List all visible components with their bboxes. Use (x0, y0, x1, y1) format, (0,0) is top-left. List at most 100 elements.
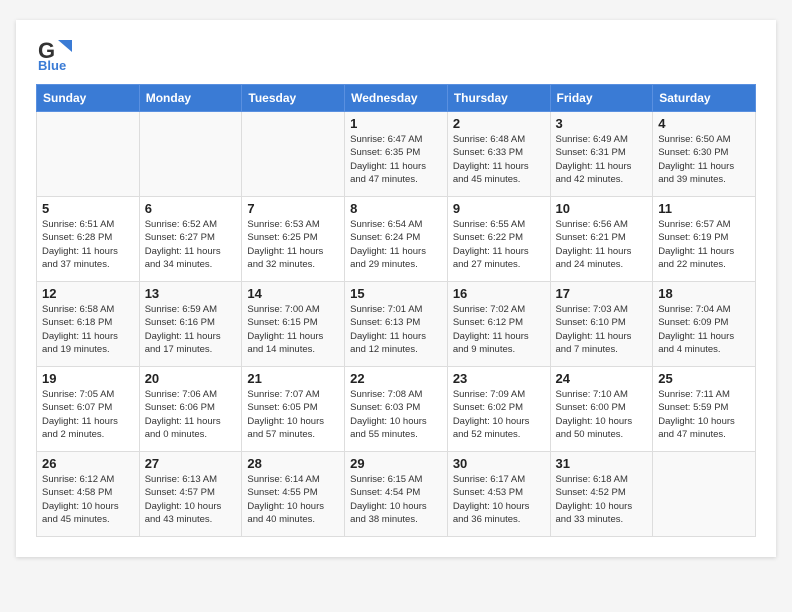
day-number: 31 (556, 456, 648, 471)
day-number: 18 (658, 286, 750, 301)
calendar-cell (242, 112, 345, 197)
day-number: 14 (247, 286, 339, 301)
day-number: 4 (658, 116, 750, 131)
day-info: Sunrise: 7:08 AM Sunset: 6:03 PM Dayligh… (350, 388, 442, 441)
day-number: 8 (350, 201, 442, 216)
day-number: 3 (556, 116, 648, 131)
day-info: Sunrise: 6:49 AM Sunset: 6:31 PM Dayligh… (556, 133, 648, 186)
day-number: 25 (658, 371, 750, 386)
header: G Blue (36, 36, 756, 74)
calendar-cell: 20 Sunrise: 7:06 AM Sunset: 6:06 PM Dayli… (139, 367, 242, 452)
day-number: 13 (145, 286, 237, 301)
day-info: Sunrise: 7:07 AM Sunset: 6:05 PM Dayligh… (247, 388, 339, 441)
calendar-week-5: 26Sunrise: 6:12 AM Sunset: 4:58 PM Dayli… (37, 452, 756, 537)
calendar-cell: 18 Sunrise: 7:04 AM Sunset: 6:09 PM Dayli… (653, 282, 756, 367)
day-info: Sunrise: 6:53 AM Sunset: 6:25 PM Dayligh… (247, 218, 339, 271)
day-info: Sunrise: 6:54 AM Sunset: 6:24 PM Dayligh… (350, 218, 442, 271)
day-number: 21 (247, 371, 339, 386)
calendar-cell: 9 Sunrise: 6:55 AM Sunset: 6:22 PM Daylig… (447, 197, 550, 282)
calendar-cell: 14 Sunrise: 7:00 AM Sunset: 6:15 PM Dayli… (242, 282, 345, 367)
day-info: Sunrise: 6:15 AM Sunset: 4:54 PM Dayligh… (350, 473, 442, 526)
day-info: Sunrise: 7:05 AM Sunset: 6:07 PM Dayligh… (42, 388, 134, 441)
day-info: Sunrise: 6:51 AM Sunset: 6:28 PM Dayligh… (42, 218, 134, 271)
calendar-week-2: 5 Sunrise: 6:51 AM Sunset: 6:28 PM Daylig… (37, 197, 756, 282)
day-number: 6 (145, 201, 237, 216)
day-info: Sunrise: 7:09 AM Sunset: 6:02 PM Dayligh… (453, 388, 545, 441)
calendar-cell: 24 Sunrise: 7:10 AM Sunset: 6:00 PM Dayli… (550, 367, 653, 452)
day-number: 5 (42, 201, 134, 216)
header-row: SundayMondayTuesdayWednesdayThursdayFrid… (37, 85, 756, 112)
day-info: Sunrise: 6:17 AM Sunset: 4:53 PM Dayligh… (453, 473, 545, 526)
day-number: 16 (453, 286, 545, 301)
header-cell-friday: Friday (550, 85, 653, 112)
day-info: Sunrise: 7:06 AM Sunset: 6:06 PM Dayligh… (145, 388, 237, 441)
calendar-cell: 15 Sunrise: 7:01 AM Sunset: 6:13 PM Dayli… (345, 282, 448, 367)
calendar-cell: 2Sunrise: 6:48 AM Sunset: 6:33 PM Daylig… (447, 112, 550, 197)
day-info: Sunrise: 7:02 AM Sunset: 6:12 PM Dayligh… (453, 303, 545, 356)
day-info: Sunrise: 6:57 AM Sunset: 6:19 PM Dayligh… (658, 218, 750, 271)
header-cell-wednesday: Wednesday (345, 85, 448, 112)
calendar-cell: 11 Sunrise: 6:57 AM Sunset: 6:19 PM Dayli… (653, 197, 756, 282)
header-cell-tuesday: Tuesday (242, 85, 345, 112)
calendar-cell: 29 Sunrise: 6:15 AM Sunset: 4:54 PM Dayli… (345, 452, 448, 537)
day-number: 15 (350, 286, 442, 301)
day-number: 28 (247, 456, 339, 471)
day-info: Sunrise: 6:47 AM Sunset: 6:35 PM Dayligh… (350, 133, 442, 186)
day-info: Sunrise: 6:13 AM Sunset: 4:57 PM Dayligh… (145, 473, 237, 526)
header-cell-sunday: Sunday (37, 85, 140, 112)
day-info: Sunrise: 6:12 AM Sunset: 4:58 PM Dayligh… (42, 473, 134, 526)
calendar-cell: 25 Sunrise: 7:11 AM Sunset: 5:59 PM Dayli… (653, 367, 756, 452)
day-info: Sunrise: 6:58 AM Sunset: 6:18 PM Dayligh… (42, 303, 134, 356)
day-info: Sunrise: 7:03 AM Sunset: 6:10 PM Dayligh… (556, 303, 648, 356)
calendar-week-1: 1Sunrise: 6:47 AM Sunset: 6:35 PM Daylig… (37, 112, 756, 197)
day-number: 20 (145, 371, 237, 386)
calendar-cell: 28 Sunrise: 6:14 AM Sunset: 4:55 PM Dayli… (242, 452, 345, 537)
day-info: Sunrise: 6:56 AM Sunset: 6:21 PM Dayligh… (556, 218, 648, 271)
calendar-cell: 22 Sunrise: 7:08 AM Sunset: 6:03 PM Dayli… (345, 367, 448, 452)
day-info: Sunrise: 6:18 AM Sunset: 4:52 PM Dayligh… (556, 473, 648, 526)
header-cell-monday: Monday (139, 85, 242, 112)
logo-icon: G Blue (36, 36, 74, 74)
calendar-table: SundayMondayTuesdayWednesdayThursdayFrid… (36, 84, 756, 537)
calendar-cell: 13 Sunrise: 6:59 AM Sunset: 6:16 PM Dayli… (139, 282, 242, 367)
day-info: Sunrise: 6:55 AM Sunset: 6:22 PM Dayligh… (453, 218, 545, 271)
day-info: Sunrise: 7:00 AM Sunset: 6:15 PM Dayligh… (247, 303, 339, 356)
day-number: 9 (453, 201, 545, 216)
day-number: 27 (145, 456, 237, 471)
calendar-cell: 1Sunrise: 6:47 AM Sunset: 6:35 PM Daylig… (345, 112, 448, 197)
calendar-cell: 27 Sunrise: 6:13 AM Sunset: 4:57 PM Dayli… (139, 452, 242, 537)
calendar-cell: 30Sunrise: 6:17 AM Sunset: 4:53 PM Dayli… (447, 452, 550, 537)
day-number: 22 (350, 371, 442, 386)
calendar-cell (139, 112, 242, 197)
header-cell-thursday: Thursday (447, 85, 550, 112)
day-number: 24 (556, 371, 648, 386)
calendar-cell: 12Sunrise: 6:58 AM Sunset: 6:18 PM Dayli… (37, 282, 140, 367)
day-number: 7 (247, 201, 339, 216)
day-number: 2 (453, 116, 545, 131)
day-info: Sunrise: 7:01 AM Sunset: 6:13 PM Dayligh… (350, 303, 442, 356)
calendar-cell: 7 Sunrise: 6:53 AM Sunset: 6:25 PM Daylig… (242, 197, 345, 282)
day-number: 11 (658, 201, 750, 216)
day-info: Sunrise: 7:10 AM Sunset: 6:00 PM Dayligh… (556, 388, 648, 441)
logo: G Blue (36, 36, 78, 74)
day-number: 19 (42, 371, 134, 386)
header-cell-saturday: Saturday (653, 85, 756, 112)
day-number: 17 (556, 286, 648, 301)
day-info: Sunrise: 7:04 AM Sunset: 6:09 PM Dayligh… (658, 303, 750, 356)
calendar-cell: 31 Sunrise: 6:18 AM Sunset: 4:52 PM Dayli… (550, 452, 653, 537)
calendar-week-4: 19 Sunrise: 7:05 AM Sunset: 6:07 PM Dayli… (37, 367, 756, 452)
calendar-cell: 3 Sunrise: 6:49 AM Sunset: 6:31 PM Daylig… (550, 112, 653, 197)
day-info: Sunrise: 7:11 AM Sunset: 5:59 PM Dayligh… (658, 388, 750, 441)
day-info: Sunrise: 6:59 AM Sunset: 6:16 PM Dayligh… (145, 303, 237, 356)
calendar-cell: 5 Sunrise: 6:51 AM Sunset: 6:28 PM Daylig… (37, 197, 140, 282)
day-number: 23 (453, 371, 545, 386)
calendar-week-3: 12Sunrise: 6:58 AM Sunset: 6:18 PM Dayli… (37, 282, 756, 367)
calendar-cell: 23 Sunrise: 7:09 AM Sunset: 6:02 PM Dayli… (447, 367, 550, 452)
day-number: 29 (350, 456, 442, 471)
calendar-cell: 26Sunrise: 6:12 AM Sunset: 4:58 PM Dayli… (37, 452, 140, 537)
svg-text:Blue: Blue (38, 58, 66, 73)
day-info: Sunrise: 6:50 AM Sunset: 6:30 PM Dayligh… (658, 133, 750, 186)
day-info: Sunrise: 6:14 AM Sunset: 4:55 PM Dayligh… (247, 473, 339, 526)
page-container: G Blue SundayMondayTuesdayWednesdayThurs… (16, 20, 776, 557)
calendar-cell: 19 Sunrise: 7:05 AM Sunset: 6:07 PM Dayli… (37, 367, 140, 452)
